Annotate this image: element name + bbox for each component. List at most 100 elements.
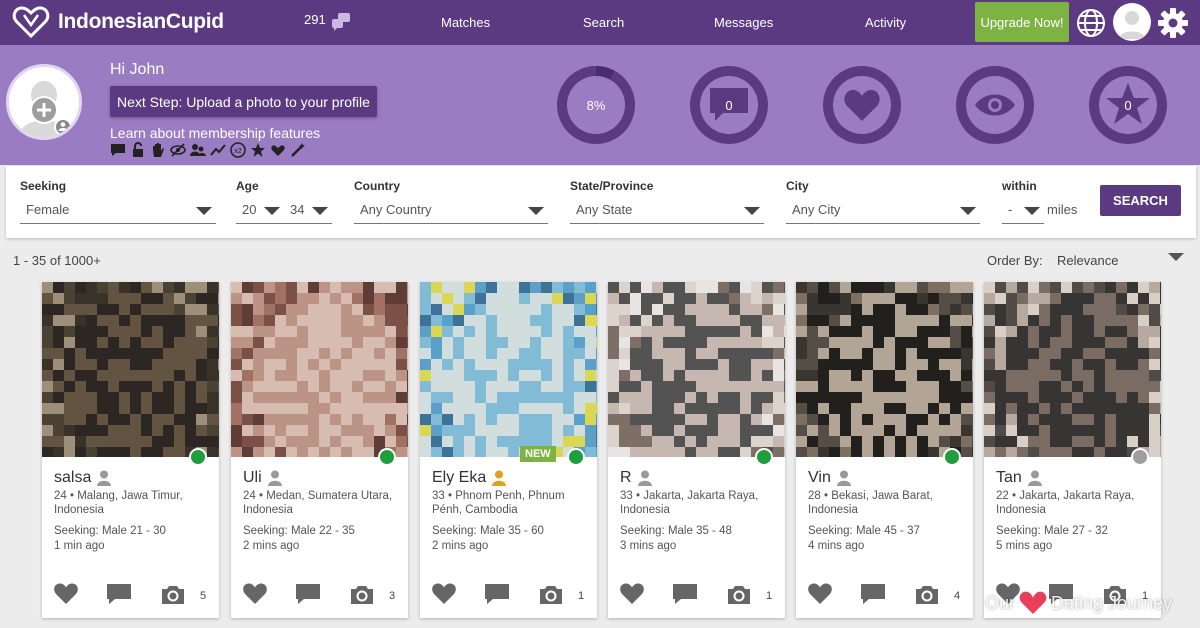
message-button[interactable] (672, 582, 698, 611)
member-seeking: Seeking: Male 27 - 32 (996, 525, 1108, 537)
chevron-down-icon (196, 207, 212, 215)
messages-stat[interactable]: 0 (690, 66, 768, 144)
online-status-dot (755, 448, 773, 466)
views-stat[interactable] (956, 66, 1034, 144)
age-max-select[interactable]: 34 (284, 198, 332, 224)
card-name-row[interactable]: Uli (243, 469, 282, 487)
profile-photo-wrap[interactable] (608, 282, 785, 457)
notifications[interactable]: 291 (304, 12, 352, 32)
online-status-dot (1131, 448, 1149, 466)
profile-card[interactable]: salsa 24 • Malang, Jawa Timur, Indonesia S… (42, 282, 219, 618)
feature-icons: x2 (110, 142, 306, 158)
nav-messages[interactable]: Messages (714, 15, 773, 30)
search-button[interactable]: SEARCH (1100, 185, 1181, 216)
nav-activity[interactable]: Activity (865, 15, 906, 30)
heart-logo-icon (12, 6, 50, 39)
age-min-value: 20 (242, 202, 257, 217)
message-button[interactable] (860, 582, 886, 611)
globe-icon[interactable] (1075, 7, 1107, 39)
message-button[interactable] (484, 582, 510, 611)
like-button[interactable] (242, 582, 268, 611)
watermark-left: Our (985, 592, 1016, 613)
photo-count: 5 (200, 590, 207, 602)
like-button[interactable] (619, 582, 645, 611)
card-name-row[interactable]: Ely Eka (432, 469, 507, 487)
member-location: 24 • Medan, Sumatera Utara, Indonesia (243, 490, 393, 516)
card-name-row[interactable]: R (620, 469, 652, 487)
photos-button[interactable] (726, 584, 752, 611)
profile-card[interactable]: Tan 22 • Jakarta, Jakarta Raya, Indonesia… (984, 282, 1161, 618)
profile-photo-upload[interactable] (6, 64, 82, 140)
heart-icon (54, 583, 78, 604)
order-by-select[interactable]: Relevance (1057, 253, 1118, 268)
card-name-row[interactable]: salsa (54, 469, 112, 487)
city-select[interactable]: Any City (786, 198, 980, 224)
brand-name: IndonesianCupid (58, 10, 224, 33)
photos-button[interactable] (914, 584, 940, 611)
profile-card[interactable]: Uli 24 • Medan, Sumatera Utara, Indonesia… (231, 282, 408, 618)
next-step-button[interactable]: Next Step: Upload a photo to your profil… (110, 86, 377, 117)
like-button[interactable] (807, 582, 833, 611)
member-name[interactable]: Ely Eka (432, 469, 486, 487)
user-avatar[interactable] (1113, 3, 1151, 41)
heart-icon (844, 89, 880, 121)
logo[interactable]: IndonesianCupid (12, 5, 224, 39)
profile-photo (42, 282, 219, 457)
profile-photo-wrap[interactable] (231, 282, 408, 457)
profile-photo-wrap[interactable] (420, 282, 597, 457)
photos-button[interactable] (160, 584, 186, 611)
message-button[interactable] (295, 582, 321, 611)
country-select[interactable]: Any Country (354, 198, 548, 224)
heart-icon (243, 583, 267, 604)
profile-photo-wrap[interactable] (984, 282, 1161, 457)
profile-band: Hi John Next Step: Upload a photo to you… (0, 45, 1200, 165)
new-badge: NEW (520, 446, 556, 462)
profile-photo (420, 282, 597, 457)
distance-select[interactable]: - (1002, 198, 1044, 224)
chat-bubbles-icon (331, 13, 350, 31)
hidden-icon (170, 143, 186, 157)
city-value: Any City (792, 202, 841, 217)
member-name[interactable]: salsa (54, 469, 91, 487)
heart-icon (432, 583, 456, 604)
profile-photo-wrap[interactable] (42, 282, 219, 457)
upgrade-button[interactable]: Upgrade Now! (975, 2, 1069, 42)
likes-stat[interactable] (823, 66, 901, 144)
gear-icon[interactable] (1156, 6, 1190, 40)
state-select[interactable]: Any State (570, 198, 764, 224)
photo-count: 4 (954, 590, 961, 602)
card-name-row[interactable]: Tan (996, 469, 1042, 487)
notification-count: 291 (304, 12, 326, 27)
favorites-stat[interactable]: 0 (1089, 66, 1167, 144)
member-name[interactable]: Uli (243, 469, 262, 487)
nav-matches[interactable]: Matches (441, 15, 490, 30)
age-min-select[interactable]: 20 (236, 198, 284, 224)
profile-photo-wrap[interactable] (796, 282, 973, 457)
x2-icon: x2 (230, 142, 246, 158)
photos-button[interactable] (538, 584, 564, 611)
message-button[interactable] (106, 582, 132, 611)
member-name[interactable]: R (620, 469, 632, 487)
profile-card[interactable]: NEW Ely Eka 33 • Phnom Penh, Phnum Pénh, C… (420, 282, 597, 618)
like-button[interactable] (431, 582, 457, 611)
member-name[interactable]: Vin (808, 469, 831, 487)
user-icon (492, 470, 507, 486)
card-actions: 4 (796, 582, 973, 610)
chevron-down-icon[interactable] (1168, 253, 1184, 261)
membership-features-link[interactable]: Learn about membership features (110, 125, 320, 141)
photos-button[interactable] (349, 584, 375, 611)
seeking-select[interactable]: Female (20, 198, 216, 224)
within-label: within (1002, 179, 1037, 193)
member-name[interactable]: Tan (996, 469, 1022, 487)
nav-search[interactable]: Search (583, 15, 624, 30)
profile-card[interactable]: Vin 28 • Bekasi, Jawa Barat, Indonesia See… (796, 282, 973, 618)
profile-completion-stat[interactable]: 8% (557, 66, 635, 144)
like-button[interactable] (53, 582, 79, 611)
card-name-row[interactable]: Vin (808, 469, 851, 487)
add-photo-icon (19, 81, 72, 137)
order-by-label: Order By: (987, 253, 1043, 268)
profile-card[interactable]: R 33 • Jakarta, Jakarta Raya, Indonesia Se… (608, 282, 785, 618)
hand-icon (153, 143, 164, 157)
results-count: 1 - 35 of 1000+ (13, 253, 101, 268)
top-nav: IndonesianCupid 291 Matches Search Messa… (0, 0, 1200, 45)
